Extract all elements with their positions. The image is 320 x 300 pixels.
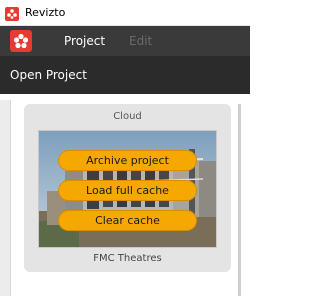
app-menubar: Project Edit xyxy=(0,26,250,56)
open-project-label: Open Project xyxy=(10,68,87,82)
window-title: Revizto xyxy=(25,6,66,19)
load-full-cache-button[interactable]: Load full cache xyxy=(58,180,197,201)
clear-cache-button[interactable]: Clear cache xyxy=(58,210,197,231)
revizto-app-icon xyxy=(5,6,19,21)
revizto-logo-icon[interactable] xyxy=(10,30,32,52)
scrollbar[interactable] xyxy=(238,104,241,296)
menu-project[interactable]: Project xyxy=(64,33,105,49)
open-project-bar[interactable]: Open Project xyxy=(0,56,250,94)
window-titlebar: Revizto xyxy=(0,0,250,26)
project-card[interactable]: Cloud Archive project Load full cache Cl… xyxy=(24,104,231,272)
storage-location-label: Cloud xyxy=(113,111,142,122)
menu-edit: Edit xyxy=(129,34,153,48)
left-panel-edge xyxy=(0,100,11,296)
project-name: FMC Theatres xyxy=(93,253,162,264)
archive-project-button[interactable]: Archive project xyxy=(58,150,197,171)
